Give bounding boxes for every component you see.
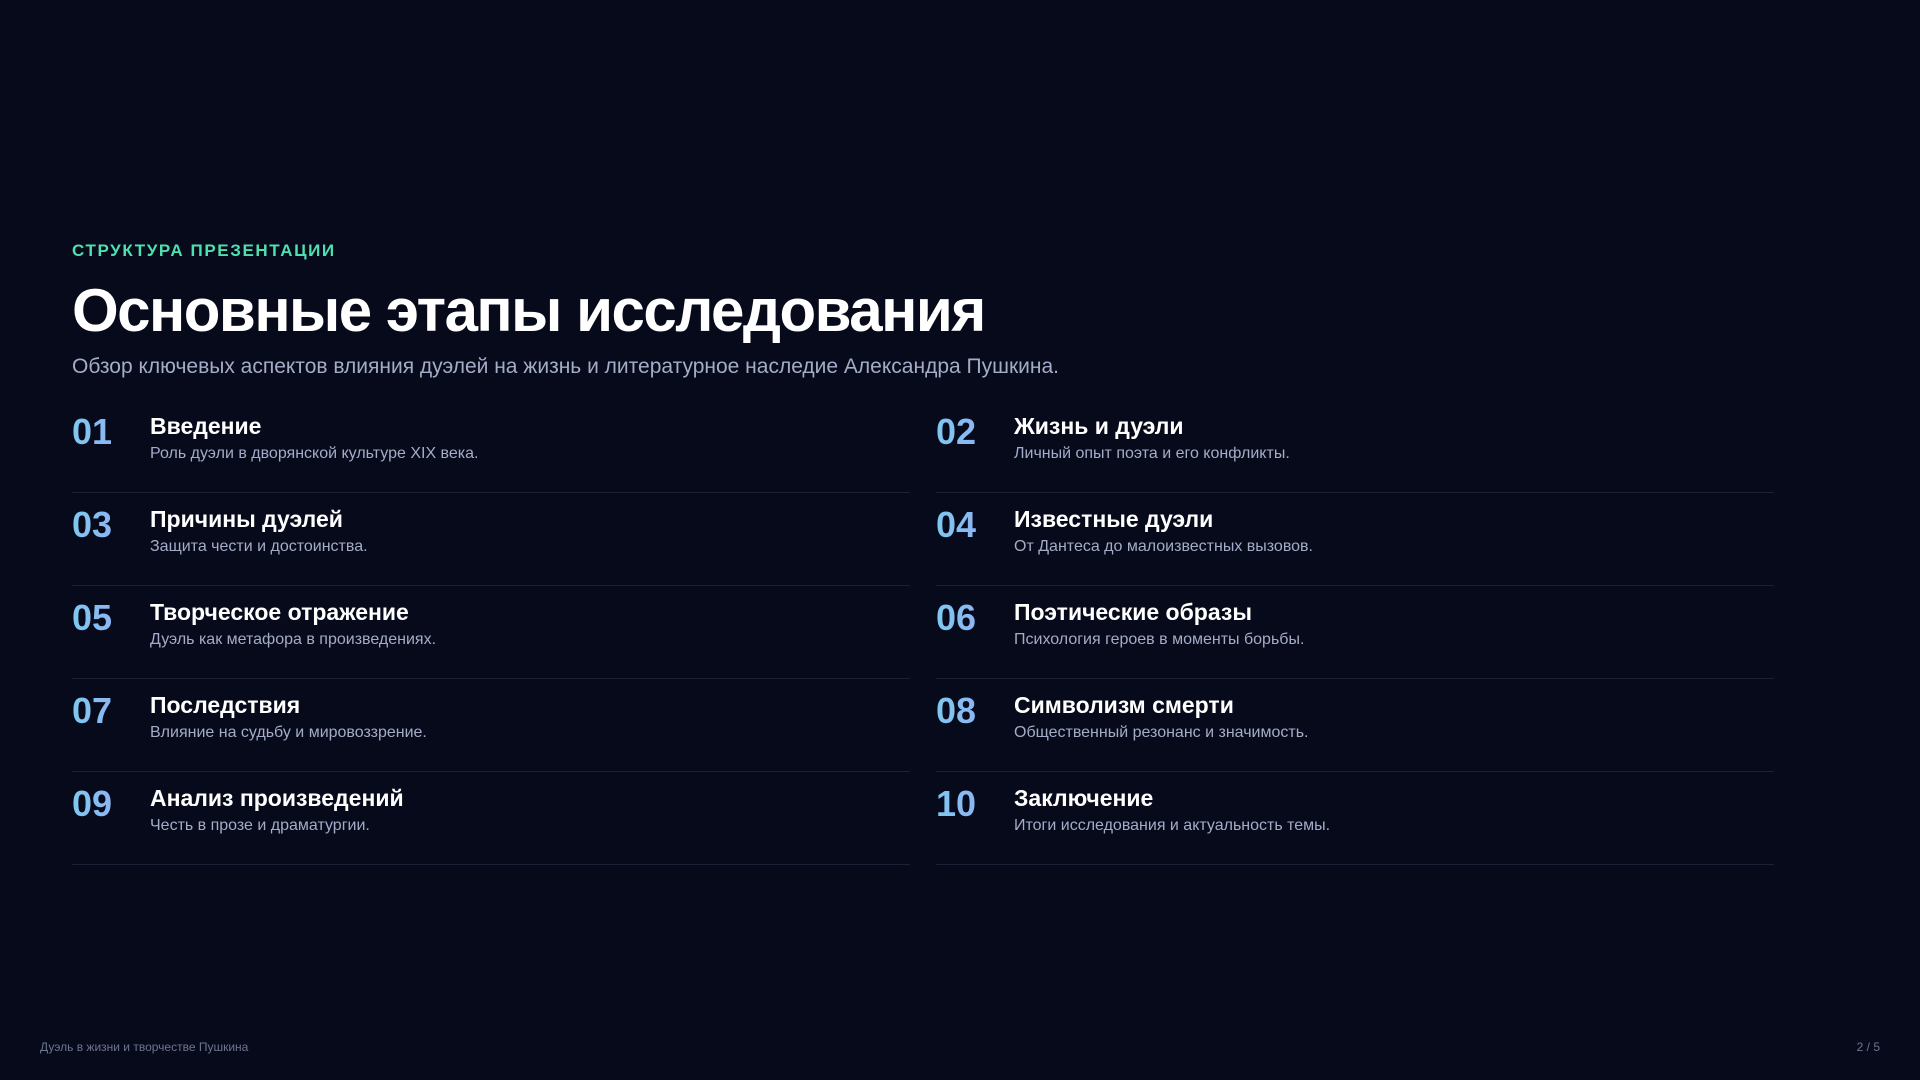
agenda-item-number: 08 [936, 691, 1014, 731]
agenda-item: 09 Анализ произведений Честь в прозе и д… [72, 772, 910, 865]
section-eyebrow: СТРУКТУРА ПРЕЗЕНТАЦИИ [72, 241, 336, 260]
agenda-item: 06 Поэтические образы Психология героев … [936, 586, 1774, 679]
agenda-item-number: 01 [72, 412, 150, 452]
agenda-item: 02 Жизнь и дуэли Личный опыт поэта и его… [936, 400, 1774, 493]
agenda-item-title: Заключение [1014, 785, 1154, 811]
agenda-item-number: 09 [72, 784, 150, 824]
agenda-item-title: Жизнь и дуэли [1014, 413, 1184, 439]
agenda-item-description: Дуэль как метафора в произведениях. [150, 631, 437, 648]
agenda-item-title: Известные дуэли [1014, 506, 1214, 532]
agenda-item-description: Общественный резонанс и значимость. [1014, 724, 1309, 741]
agenda-item-description: Роль дуэли в дворянской культуре XIX век… [150, 445, 479, 462]
agenda-item-number: 04 [936, 505, 1014, 545]
footer-page-counter: 2 / 5 [1856, 1040, 1880, 1054]
agenda-item-description: Защита чести и достоинства. [150, 538, 368, 555]
agenda-item: 08 Символизм смерти Общественный резонан… [936, 679, 1774, 772]
agenda-item-title: Творческое отражение [150, 599, 409, 625]
agenda-item-title: Последствия [150, 692, 301, 718]
agenda-item-title: Символизм смерти [1014, 692, 1234, 718]
agenda-item: 03 Причины дуэлей Защита чести и достоин… [72, 493, 910, 586]
agenda-item: 04 Известные дуэли От Дантеса до малоизв… [936, 493, 1774, 586]
slide-subtitle: Обзор ключевых аспектов влияния дуэлей н… [72, 355, 1059, 378]
agenda-item-description: Влияние на судьбу и мировоззрение. [150, 724, 427, 741]
slide-title: Основные этапы исследования [72, 277, 986, 344]
agenda-item-description: Личный опыт поэта и его конфликты. [1014, 445, 1290, 462]
agenda-item-number: 06 [936, 598, 1014, 638]
agenda-item-title: Анализ произведений [150, 785, 404, 811]
agenda-item: 10 Заключение Итоги исследования и актуа… [936, 772, 1774, 865]
agenda-item-description: Психология героев в моменты борьбы. [1014, 631, 1305, 648]
agenda-item-number: 05 [72, 598, 150, 638]
agenda-item: 05 Творческое отражение Дуэль как метафо… [72, 586, 910, 679]
agenda-item-description: От Дантеса до малоизвестных вызовов. [1014, 538, 1313, 555]
footer-presentation-title: Дуэль в жизни и творчестве Пушкина [40, 1040, 249, 1054]
agenda-item-number: 10 [936, 784, 1014, 824]
agenda-grid: 01 Введение Роль дуэли в дворянской куль… [72, 400, 1774, 865]
agenda-item-title: Причины дуэлей [150, 506, 343, 532]
agenda-item-number: 07 [72, 691, 150, 731]
agenda-item: 01 Введение Роль дуэли в дворянской куль… [72, 400, 910, 493]
agenda-item-description: Честь в прозе и драматургии. [150, 817, 370, 834]
agenda-item: 07 Последствия Влияние на судьбу и миров… [72, 679, 910, 772]
agenda-item-number: 03 [72, 505, 150, 545]
agenda-item-description: Итоги исследования и актуальность темы. [1014, 817, 1331, 834]
agenda-item-title: Поэтические образы [1014, 599, 1252, 625]
agenda-item-title: Введение [150, 413, 262, 439]
slide-content: СТРУКТУРА ПРЕЗЕНТАЦИИ Основные этапы исс… [72, 240, 1774, 865]
agenda-item-number: 02 [936, 412, 1014, 452]
